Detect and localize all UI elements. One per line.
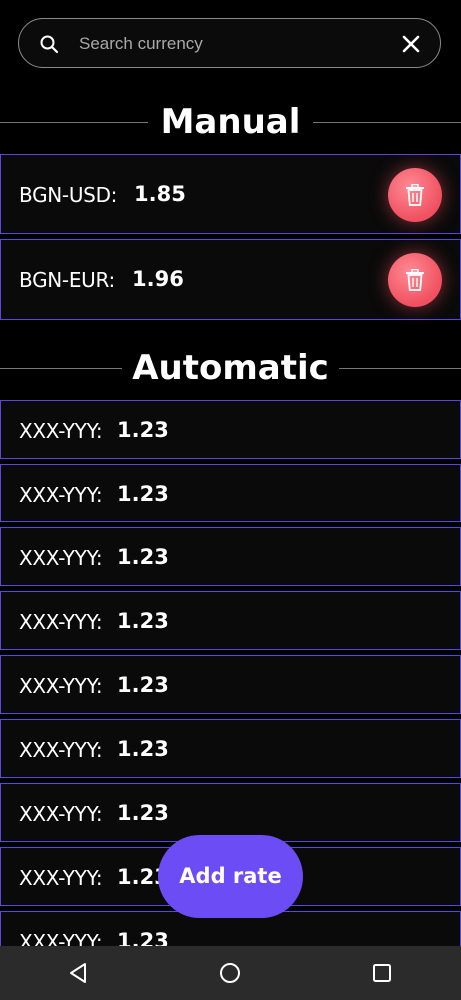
rate-value: 1.23 xyxy=(117,801,169,825)
automatic-rate-row[interactable]: XXX-YYY: 1.23 xyxy=(0,527,461,586)
currency-pair-label: XXX-YYY: xyxy=(19,866,103,890)
currency-pair-label: XXX-YYY: xyxy=(19,738,103,762)
delete-rate-button[interactable] xyxy=(388,253,442,307)
divider-line-right xyxy=(339,368,461,369)
search-bar[interactable] xyxy=(18,18,441,68)
add-rate-button[interactable]: Add rate xyxy=(158,835,303,918)
recents-square-icon[interactable] xyxy=(370,961,394,985)
currency-pair-label: BGN-USD: xyxy=(19,183,118,207)
rate-value: 1.23 xyxy=(117,609,169,633)
rate-value: 1.85 xyxy=(134,182,186,206)
search-input[interactable] xyxy=(77,31,381,57)
rate-value: 1.23 xyxy=(117,545,169,569)
rate-value: 1.23 xyxy=(117,737,169,761)
search-icon xyxy=(40,35,59,54)
system-navigation-bar xyxy=(0,946,461,1000)
currency-pair-label: XXX-YYY: xyxy=(19,802,103,826)
automatic-section-header: Automatic xyxy=(0,348,461,388)
currency-pair-label: XXX-YYY: xyxy=(19,674,103,698)
home-circle-icon[interactable] xyxy=(218,961,242,985)
rate-value: 1.23 xyxy=(117,418,169,442)
automatic-rate-row[interactable]: XXX-YYY: 1.23 xyxy=(0,719,461,778)
back-triangle-icon[interactable] xyxy=(66,961,90,985)
manual-section-header: Manual xyxy=(0,102,461,142)
delete-rate-button[interactable] xyxy=(388,168,442,222)
trash-icon xyxy=(406,269,424,291)
automatic-rate-row[interactable]: XXX-YYY: 1.23 xyxy=(0,655,461,714)
automatic-rate-row[interactable]: XXX-YYY: 1.23 xyxy=(0,464,461,522)
automatic-rate-row[interactable]: XXX-YYY: 1.23 xyxy=(0,783,461,842)
divider-line-right xyxy=(313,122,461,123)
rate-value: 1.96 xyxy=(132,267,184,291)
manual-rate-row[interactable]: BGN-USD: 1.85 xyxy=(0,154,461,234)
screen: Manual BGN-USD: 1.85 BGN-EUR: 1.96 xyxy=(0,0,461,1000)
currency-pair-label: XXX-YYY: xyxy=(19,419,103,443)
currency-pair-label: BGN-EUR: xyxy=(19,268,115,292)
currency-pair-label: XXX-YYY: xyxy=(19,546,103,570)
currency-pair-label: XXX-YYY: xyxy=(19,610,103,634)
trash-icon xyxy=(406,184,424,206)
currency-pair-label: XXX-YYY: xyxy=(19,483,103,507)
rate-value: 1.23 xyxy=(117,482,169,506)
close-icon[interactable] xyxy=(400,33,422,55)
automatic-rate-row[interactable]: XXX-YYY: 1.23 xyxy=(0,591,461,650)
manual-rate-row[interactable]: BGN-EUR: 1.96 xyxy=(0,239,461,320)
rate-value: 1.23 xyxy=(117,673,169,697)
automatic-rate-row[interactable]: XXX-YYY: 1.23 xyxy=(0,400,461,459)
